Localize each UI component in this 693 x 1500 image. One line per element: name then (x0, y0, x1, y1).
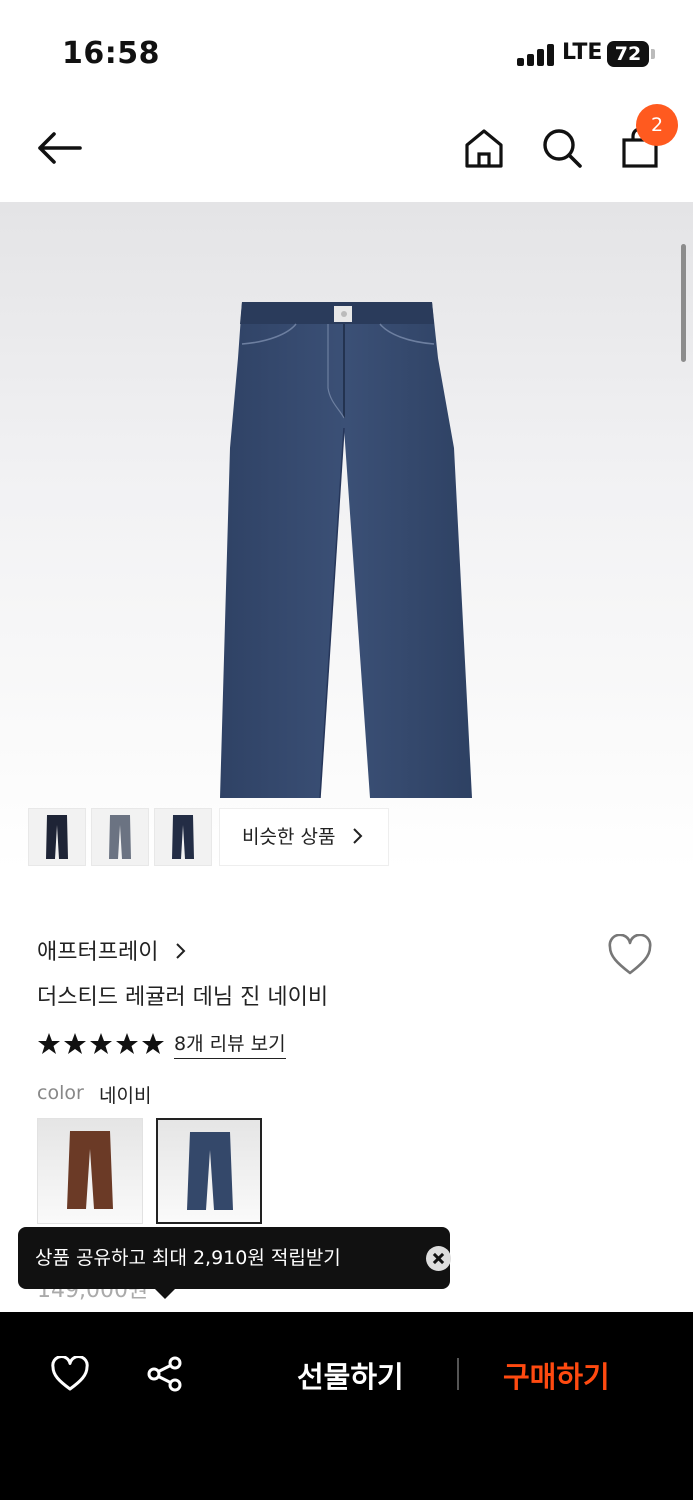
thumbnail-1[interactable] (28, 808, 86, 866)
share-icon (147, 1356, 182, 1392)
search-icon (543, 129, 582, 168)
color-option-brown[interactable] (37, 1118, 143, 1224)
toast-pointer (155, 1289, 175, 1299)
bottom-wishlist-button[interactable] (50, 1355, 90, 1392)
similar-products-label: 비슷한 상품 (242, 826, 336, 848)
share-button[interactable] (146, 1355, 184, 1393)
product-title: 더스티드 레귤러 데님 진 네이비 (37, 985, 329, 1010)
star-rating-icon (38, 1033, 164, 1054)
battery-icon: 72 (607, 41, 649, 67)
signal-icon (517, 42, 555, 66)
network-type: LTE (562, 40, 603, 65)
review-link[interactable]: 8개 리뷰 보기 (174, 1029, 286, 1059)
gift-button[interactable]: 선물하기 (297, 1354, 404, 1396)
scrollbar (681, 244, 686, 362)
similar-products-button[interactable]: 비슷한 상품 (219, 808, 389, 866)
status-bar: 16:58 LTE 72 (0, 0, 693, 100)
cart-count-badge: 2 (636, 104, 678, 146)
chevron-right-icon (176, 943, 186, 959)
home-button[interactable] (462, 126, 506, 170)
toast-text: 상품 공유하고 최대 2,910원 적립받기 (35, 1247, 341, 1269)
buy-button[interactable]: 구매하기 (503, 1354, 610, 1396)
product-image (220, 302, 472, 799)
color-label: color (37, 1082, 84, 1104)
search-button[interactable] (540, 126, 584, 170)
thumbnail-3[interactable] (154, 808, 212, 866)
share-reward-toast: 상품 공유하고 최대 2,910원 적립받기 (18, 1227, 451, 1289)
close-icon[interactable] (426, 1246, 451, 1271)
color-value: 네이비 (99, 1085, 152, 1107)
divider (457, 1358, 459, 1390)
top-nav (0, 100, 693, 202)
brand-link[interactable]: 애프터프레이 (37, 934, 187, 966)
product-image-gallery[interactable]: 비슷한 상품 (0, 202, 693, 870)
home-icon (465, 129, 503, 168)
color-option-navy[interactable] (156, 1118, 262, 1224)
status-time: 16:58 (62, 36, 160, 71)
thumbnail-2[interactable] (91, 808, 149, 866)
battery-cap (651, 49, 655, 59)
heart-icon (608, 933, 652, 975)
thumbnail-strip (28, 808, 217, 866)
chevron-right-icon (352, 828, 362, 844)
brand-name: 애프터프레이 (37, 940, 159, 965)
heart-icon (51, 1355, 89, 1391)
bottom-action-bar: 선물하기 구매하기 (0, 1312, 693, 1500)
arrow-left-icon (38, 132, 82, 164)
wishlist-button[interactable] (607, 933, 653, 976)
back-button[interactable] (36, 130, 82, 166)
